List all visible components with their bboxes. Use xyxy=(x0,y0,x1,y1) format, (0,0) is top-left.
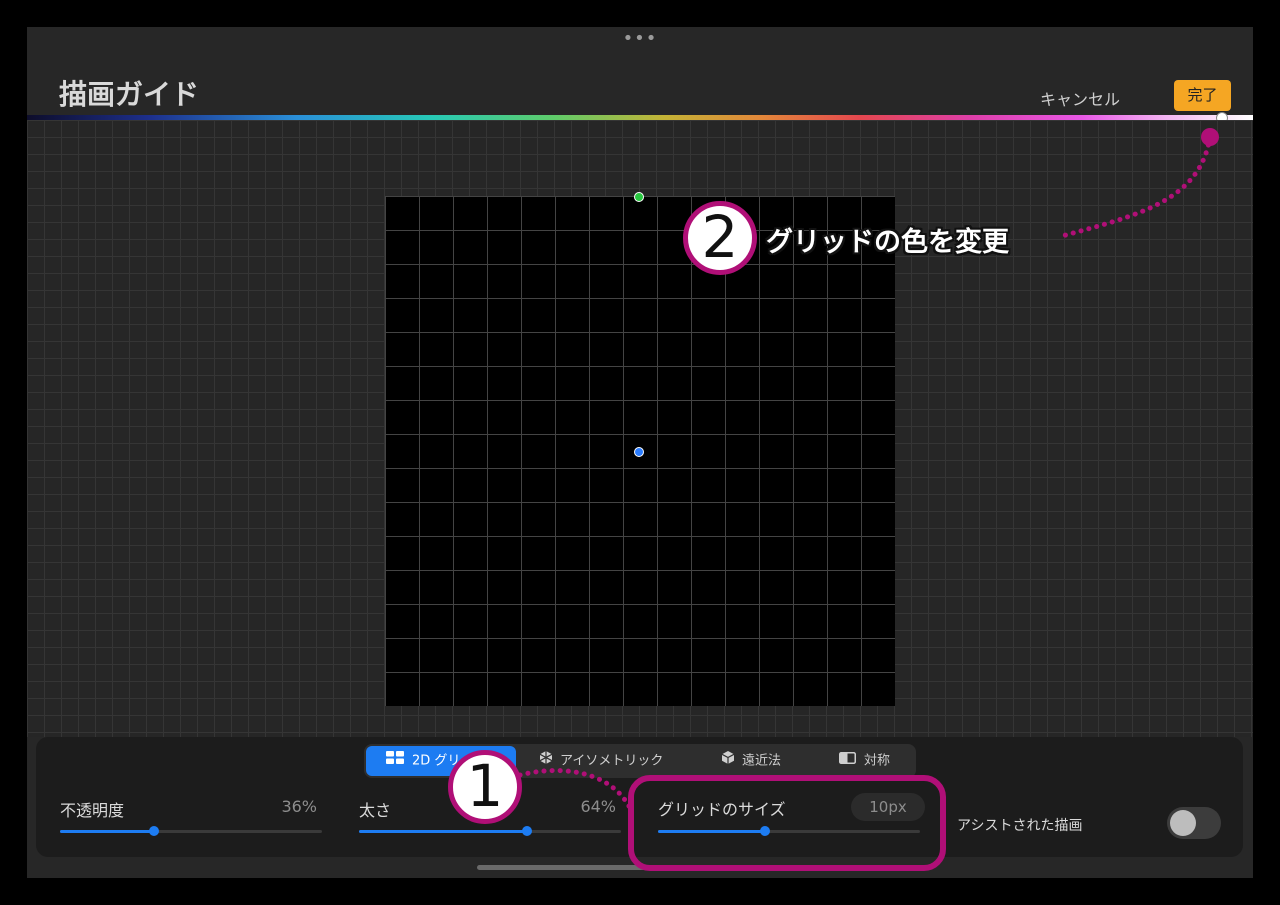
thickness-slider[interactable] xyxy=(359,826,621,836)
tab-perspective[interactable]: 遠近法 xyxy=(721,746,782,776)
toggle-thumb xyxy=(1170,810,1196,836)
opacity-slider-knob[interactable] xyxy=(149,826,160,836)
home-indicator xyxy=(477,865,657,870)
grid-size-slider-fill xyxy=(658,830,766,833)
tab-label: アイソメトリック xyxy=(560,753,664,769)
center-node[interactable] xyxy=(634,447,644,457)
tab-symmetry[interactable]: 対称 xyxy=(839,746,890,776)
app-screen: ••• 描画ガイド キャンセル 完了 2D グリッド アイソメトリック 遠近法 xyxy=(27,27,1253,878)
cancel-button[interactable]: キャンセル xyxy=(1040,86,1120,110)
tab-isometric[interactable]: アイソメトリック xyxy=(539,746,664,776)
thickness-value: 64% xyxy=(580,797,616,816)
perspective-icon xyxy=(721,746,735,776)
opacity-label: 不透明度 xyxy=(60,801,125,820)
tab-label: 遠近法 xyxy=(742,753,782,769)
done-button[interactable]: 完了 xyxy=(1174,80,1231,111)
rotation-node[interactable] xyxy=(634,192,644,202)
isometric-icon xyxy=(539,746,553,776)
assisted-drawing-toggle[interactable] xyxy=(1167,807,1221,839)
symmetry-icon xyxy=(839,746,856,776)
opacity-slider[interactable] xyxy=(60,826,322,836)
opacity-slider-fill xyxy=(60,830,155,833)
grid-icon xyxy=(386,746,404,776)
tab-2d-grid[interactable]: 2D グリッド xyxy=(366,746,516,776)
assisted-drawing-label: アシストされた描画 xyxy=(957,818,1083,834)
thickness-slider-knob[interactable] xyxy=(521,826,532,836)
more-options-icon[interactable]: ••• xyxy=(27,29,1253,49)
grid-size-value[interactable]: 10px xyxy=(851,793,925,821)
tab-label: 2D グリッド xyxy=(412,753,487,769)
page-title: 描画ガイド xyxy=(59,78,200,111)
grid-size-label: グリッドのサイズ xyxy=(658,800,786,819)
guide-settings-panel: 2D グリッド アイソメトリック 遠近法 対称 不透明度 36% 太さ 64% … xyxy=(36,737,1243,857)
tab-label: 対称 xyxy=(864,753,891,769)
grid-size-slider[interactable] xyxy=(658,826,920,836)
guide-mode-tabs: 2D グリッド アイソメトリック 遠近法 対称 xyxy=(364,744,916,778)
grid-size-slider-knob[interactable] xyxy=(760,826,771,836)
thickness-label: 太さ xyxy=(359,801,392,820)
opacity-value: 36% xyxy=(281,797,317,816)
thickness-slider-fill xyxy=(359,830,527,833)
